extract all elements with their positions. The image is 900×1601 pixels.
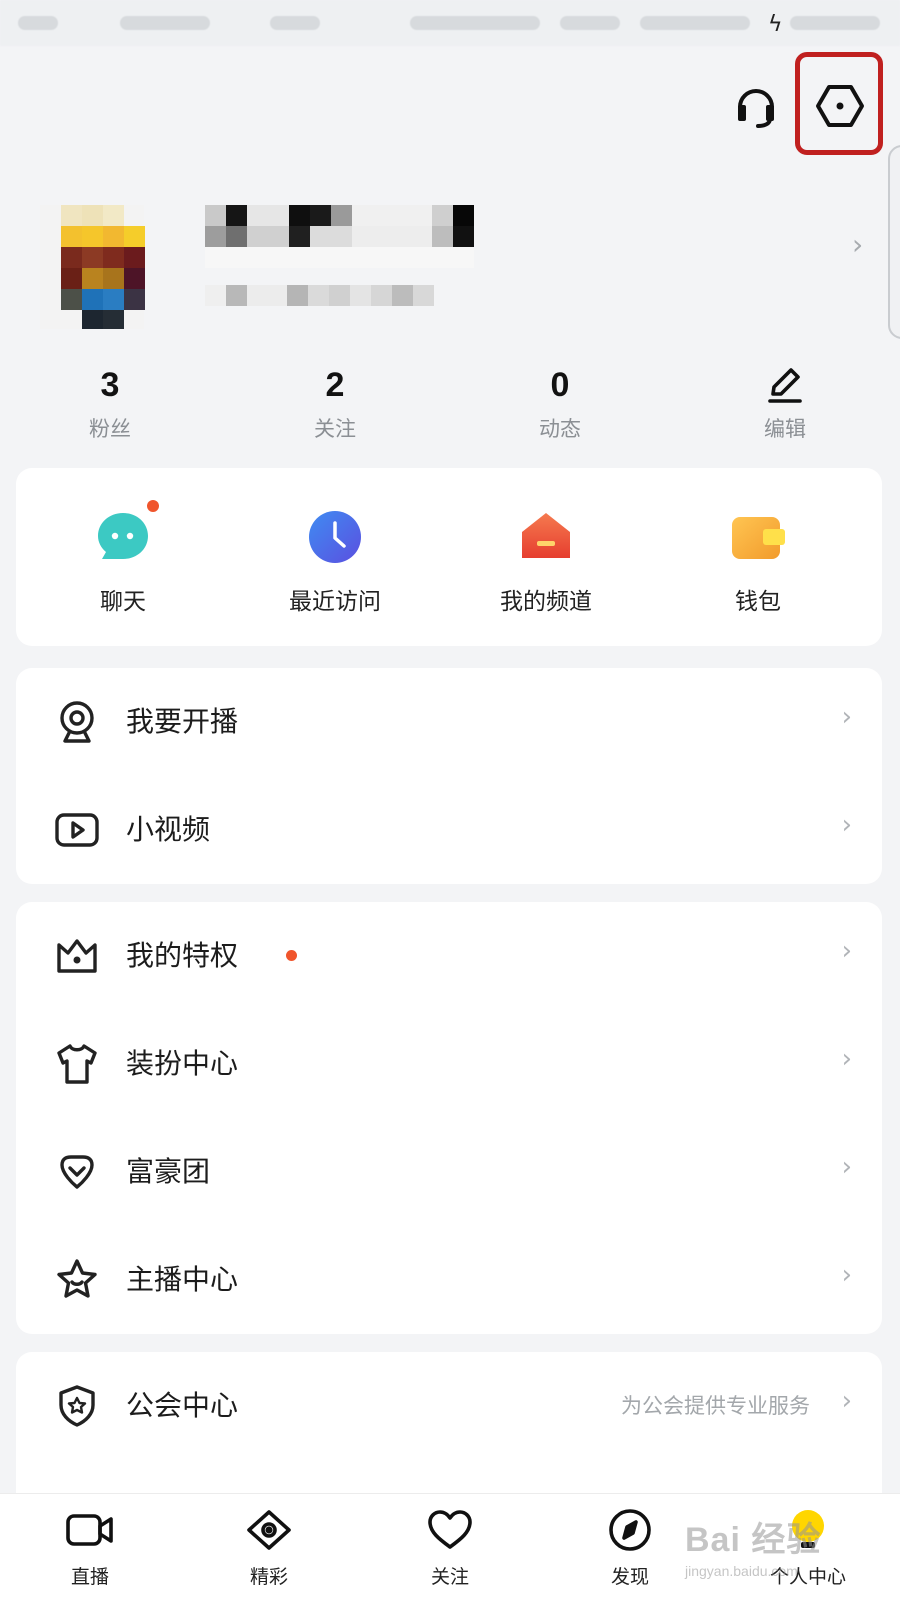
menu-item-short-video[interactable]: 小视频 › — [16, 776, 882, 884]
stat-fans[interactable]: 3 粉丝 — [50, 365, 170, 443]
shortcuts-card: 聊天 最近访问 我的频道 钱包 — [16, 468, 882, 646]
stat-following-label: 关注 — [314, 417, 356, 441]
stat-posts[interactable]: 0 动态 — [500, 365, 620, 443]
shortcut-channel[interactable]: 我的频道 — [466, 508, 626, 616]
shortcut-recent[interactable]: 最近访问 — [255, 508, 415, 616]
menu-group-live: 我要开播 › 小视频 › — [16, 668, 882, 884]
shortcut-wallet-label: 钱包 — [735, 589, 781, 615]
chevron-right-icon: › — [841, 1152, 852, 1182]
charging-icon: ϟ — [768, 12, 783, 37]
side-drawer-handle[interactable] — [888, 145, 900, 339]
profile-chevron-icon[interactable]: › — [852, 228, 863, 261]
chevron-right-icon: › — [841, 810, 852, 840]
shortcut-chat[interactable]: 聊天 — [43, 500, 203, 616]
video-camera-icon — [66, 1514, 113, 1546]
nav-follow[interactable]: 关注 — [395, 1508, 505, 1589]
menu-group-guild: 公会中心 为公会提供专业服务 › — [16, 1352, 882, 1512]
menu-item-rich-club[interactable]: 富豪团 › — [16, 1118, 882, 1226]
stat-following-value: 2 — [325, 366, 345, 404]
edit-icon — [725, 365, 845, 405]
menu-item-privileges[interactable]: 我的特权 › — [16, 902, 882, 1010]
menu-item-anchor-center[interactable]: 主播中心 › — [16, 1226, 882, 1334]
house-icon — [517, 508, 575, 566]
watermark-brand: Bai 经验 — [685, 1521, 822, 1559]
avatar[interactable] — [40, 205, 145, 329]
status-bar — [0, 0, 900, 46]
menu-item-label: 装扮中心 — [126, 1047, 239, 1080]
edit-profile-button[interactable]: 编辑 — [725, 365, 845, 443]
menu-item-label: 小视频 — [126, 813, 211, 846]
menu-item-label: 我要开播 — [126, 705, 239, 738]
stat-following[interactable]: 2 关注 — [275, 365, 395, 443]
play-icon — [54, 807, 100, 853]
nav-label: 发现 — [610, 1566, 649, 1588]
watermark-url: jingyan.baidu.com — [685, 1563, 798, 1579]
chat-unread-dot — [147, 500, 159, 512]
guild-description: 为公会提供专业服务 — [621, 1394, 810, 1418]
customer-service-icon[interactable] — [728, 80, 784, 136]
nav-label: 关注 — [430, 1566, 469, 1588]
chevron-right-icon: › — [841, 1260, 852, 1290]
webcam-icon — [54, 699, 100, 745]
crown-icon — [54, 933, 100, 979]
nav-discover[interactable]: 发现 — [575, 1508, 685, 1589]
privileges-dot — [286, 950, 297, 961]
compass-icon — [609, 1509, 651, 1551]
baidu-watermark: Bai 经验 jingyan.baidu.com — [685, 1512, 821, 1579]
chevron-right-icon: › — [841, 702, 852, 732]
nav-highlights[interactable]: 精彩 — [214, 1508, 324, 1589]
menu-item-label: 我的特权 — [126, 939, 239, 972]
stat-posts-value: 0 — [550, 366, 570, 404]
stat-fans-label: 粉丝 — [89, 417, 131, 441]
eye-icon — [247, 1510, 291, 1550]
wallet-icon — [729, 508, 787, 566]
shortcut-chat-label: 聊天 — [100, 589, 146, 615]
star-icon — [54, 1257, 100, 1303]
shield-icon — [54, 1383, 100, 1429]
diamond-icon — [54, 1149, 100, 1195]
shirt-icon — [54, 1041, 100, 1087]
chat-icon — [94, 500, 159, 566]
stat-fans-value: 3 — [100, 366, 120, 404]
chevron-right-icon: › — [841, 1044, 852, 1074]
menu-item-label: 富豪团 — [126, 1155, 211, 1188]
menu-item-start-live[interactable]: 我要开播 › — [16, 668, 882, 776]
stat-posts-label: 动态 — [539, 417, 581, 441]
shortcut-wallet[interactable]: 钱包 — [678, 508, 838, 616]
chevron-right-icon: › — [841, 936, 852, 966]
shortcut-channel-label: 我的频道 — [500, 589, 592, 615]
nav-label: 直播 — [70, 1566, 109, 1588]
edit-label: 编辑 — [764, 417, 806, 441]
menu-item-guild-center[interactable]: 公会中心 为公会提供专业服务 › — [16, 1352, 882, 1460]
menu-item-label: 公会中心 — [126, 1389, 239, 1422]
menu-item-dressup[interactable]: 装扮中心 › — [16, 1010, 882, 1118]
shortcut-recent-label: 最近访问 — [289, 589, 381, 615]
chevron-right-icon: › — [841, 1386, 852, 1416]
nav-label: 精彩 — [249, 1566, 288, 1588]
nav-live[interactable]: 直播 — [35, 1508, 145, 1589]
highlight-box — [795, 52, 883, 155]
clock-icon — [306, 508, 364, 566]
menu-item-label: 主播中心 — [126, 1263, 239, 1296]
menu-group-features: 我的特权 › 装扮中心 › 富豪团 › 主播中心 › — [16, 902, 882, 1334]
heart-icon — [428, 1510, 472, 1549]
